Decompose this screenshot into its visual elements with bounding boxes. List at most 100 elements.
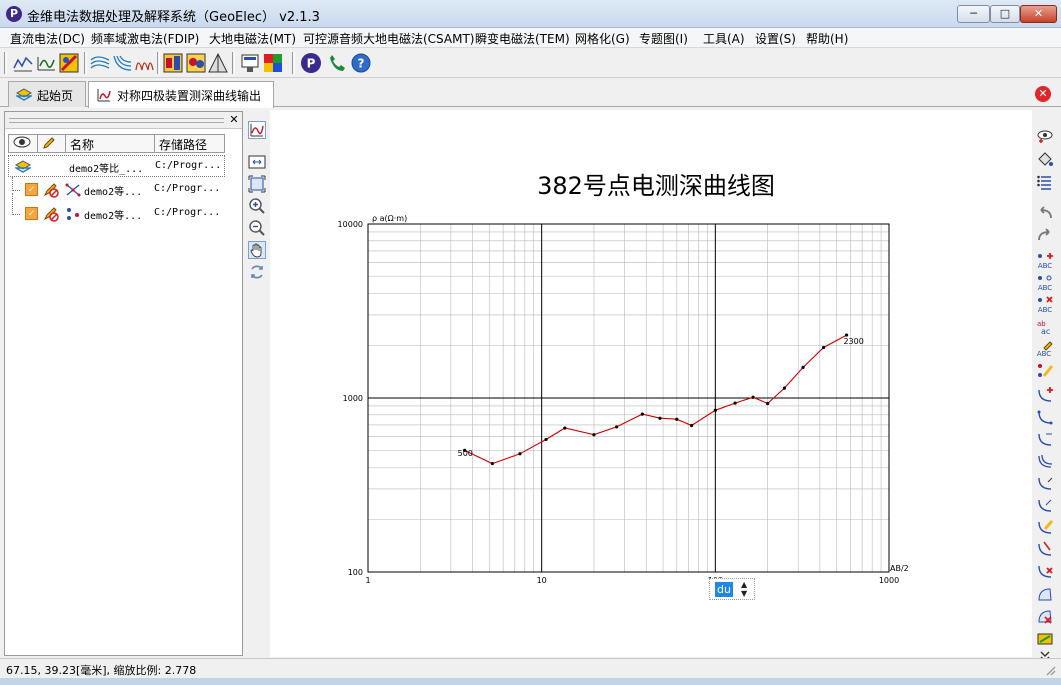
x-tick-label: 10 — [537, 576, 547, 585]
menu-thematic[interactable]: 专题图(I) — [639, 30, 688, 47]
layer-panel: ✕ 名称 存储路径 demo2等比_... C:/Progr... ✓ demo… — [4, 111, 243, 656]
add-label-icon[interactable]: ABC — [1036, 252, 1054, 270]
label-case-icon[interactable]: abac — [1036, 318, 1054, 336]
delete-area-icon[interactable] — [1036, 608, 1054, 626]
point-layer-icon — [67, 208, 79, 220]
help-icon[interactable]: ? — [350, 52, 372, 74]
panel-grip[interactable] — [9, 118, 224, 123]
section-map-icon[interactable] — [185, 52, 207, 74]
pan-hand-icon[interactable] — [248, 241, 266, 259]
color-table-icon[interactable] — [262, 52, 284, 74]
data-point — [592, 433, 596, 437]
toolbar-grip[interactable] — [4, 52, 7, 74]
close-button[interactable]: ✕ — [1020, 5, 1057, 23]
phone-icon[interactable] — [326, 52, 348, 74]
chart-title: 382号点电测深曲线图 — [537, 172, 775, 200]
menu-fdip[interactable]: 频率域激电法(FDIP) — [91, 30, 199, 47]
resize-grip-icon[interactable] — [1044, 664, 1056, 676]
drawing-canvas[interactable]: 1101001000100100010000 5002300 382号点电测深曲… — [270, 110, 1032, 657]
sounding-curve-icon[interactable] — [35, 52, 57, 74]
about-logo-icon[interactable]: P — [300, 52, 322, 74]
tab-sounding-curve-output[interactable]: 对称四极装置测深曲线输出 — [88, 81, 274, 108]
toolbar-grip[interactable] — [157, 52, 160, 74]
maximize-button[interactable]: □ — [990, 5, 1020, 23]
split-line-icon[interactable] — [1036, 474, 1054, 492]
legend-icon[interactable] — [239, 52, 261, 74]
refresh-icon[interactable] — [248, 263, 266, 281]
multi-profile-icon[interactable] — [89, 52, 111, 74]
menu-settings[interactable]: 设置(S) — [755, 30, 796, 47]
layers-icon — [16, 88, 32, 101]
zoom-in-icon[interactable] — [248, 197, 266, 215]
panel-close-icon[interactable]: ✕ — [228, 113, 240, 126]
minimize-button[interactable]: ─ — [957, 5, 990, 23]
line-style-icon[interactable] — [1036, 518, 1054, 536]
point-style-icon[interactable] — [1036, 362, 1054, 380]
layer-visible-checkbox[interactable]: ✓ — [25, 183, 38, 196]
edit-locked-icon[interactable] — [43, 182, 59, 198]
close-tab-icon[interactable]: ✕ — [1035, 86, 1051, 102]
copy-line-icon[interactable] — [1036, 452, 1054, 470]
curve-family-icon[interactable] — [111, 52, 133, 74]
layer-path: C:/Progr... — [154, 183, 221, 194]
reverse-line-icon[interactable] — [1036, 540, 1054, 558]
profile-curve-icon[interactable] — [12, 52, 34, 74]
paint-bucket-icon[interactable] — [1036, 150, 1054, 168]
menu-mt[interactable]: 大地电磁法(MT) — [209, 30, 296, 47]
menu-tools[interactable]: 工具(A) — [703, 30, 745, 47]
name-column-header[interactable]: 名称 — [66, 135, 155, 152]
point-label: 500 — [458, 449, 473, 458]
edit-label-icon[interactable]: ABC — [1036, 340, 1054, 358]
menu-help[interactable]: 帮助(H) — [806, 30, 848, 47]
curve-mode-icon[interactable] — [248, 121, 266, 139]
area-edit-icon[interactable] — [1036, 586, 1054, 604]
menu-tem[interactable]: 瞬变电磁法(TEM) — [475, 30, 570, 47]
fit-width-icon[interactable] — [248, 153, 266, 171]
layer-path: C:/Progr... — [154, 207, 221, 218]
triangle-icon[interactable] — [207, 52, 229, 74]
zoom-out-icon[interactable] — [248, 219, 266, 237]
list-select-icon[interactable] — [1036, 174, 1054, 192]
layer-row-group[interactable]: demo2等比_... C:/Progr... — [8, 155, 225, 177]
layer-visible-checkbox[interactable]: ✓ — [25, 207, 38, 220]
layer-name: demo2等比_... — [69, 164, 144, 175]
add-line-icon[interactable] — [1036, 386, 1054, 404]
sounding-chart[interactable]: 1101001000100100010000 5002300 382号点电测深曲… — [270, 110, 1032, 657]
add-visible-icon[interactable] — [1036, 128, 1054, 146]
delete-label-icon[interactable]: ABC — [1036, 296, 1054, 314]
edit-column[interactable] — [38, 135, 66, 152]
y-tick-label: 10000 — [338, 220, 363, 229]
join-line-icon[interactable] — [1036, 496, 1054, 514]
multi-curve-icon[interactable] — [133, 52, 155, 74]
menu-csamt[interactable]: 可控源音频大地电磁法(CSAMT) — [303, 30, 474, 47]
visibility-column[interactable] — [9, 135, 38, 152]
unit-spinner[interactable]: du ▲ ▼ — [709, 578, 755, 600]
delete-line-icon[interactable] — [1036, 562, 1054, 580]
curve-chart-icon — [97, 89, 111, 102]
layer-path: C:/Progr... — [155, 160, 222, 171]
data-point — [782, 386, 787, 390]
toolbar-grip[interactable] — [84, 52, 87, 74]
redo-icon[interactable] — [1036, 226, 1054, 244]
layer-row-lines[interactable]: ✓ demo2等... C:/Progr... — [8, 177, 225, 201]
layer-name: demo2等... — [84, 211, 143, 222]
toolbar-grip[interactable] — [232, 52, 235, 74]
tab-start-page[interactable]: 起始页 — [8, 81, 86, 107]
move-label-icon[interactable]: ABC — [1036, 274, 1054, 292]
x-axis-label: AB/2 — [890, 564, 909, 573]
layer-row-points[interactable]: ✓ demo2等... C:/Progr... — [8, 193, 225, 225]
edit-locked-icon[interactable] — [43, 206, 59, 222]
point-label: 2300 — [843, 337, 863, 346]
toolbar-grip[interactable] — [292, 52, 295, 74]
menu-dc[interactable]: 直流电法(DC) — [10, 30, 85, 47]
fill-pattern-icon[interactable] — [1036, 630, 1054, 648]
move-line-icon[interactable] — [1036, 430, 1054, 448]
spin-arrows-icon[interactable]: ▲ ▼ — [741, 580, 747, 598]
path-column-header[interactable]: 存储路径 — [155, 135, 225, 152]
pseudo-section-icon[interactable] — [162, 52, 184, 74]
menu-grid[interactable]: 网格化(G) — [575, 30, 630, 47]
full-extent-icon[interactable] — [248, 175, 266, 193]
edit-line-icon[interactable] — [1036, 408, 1054, 426]
undo-icon[interactable] — [1036, 204, 1054, 222]
contour-map-icon[interactable] — [58, 52, 80, 74]
